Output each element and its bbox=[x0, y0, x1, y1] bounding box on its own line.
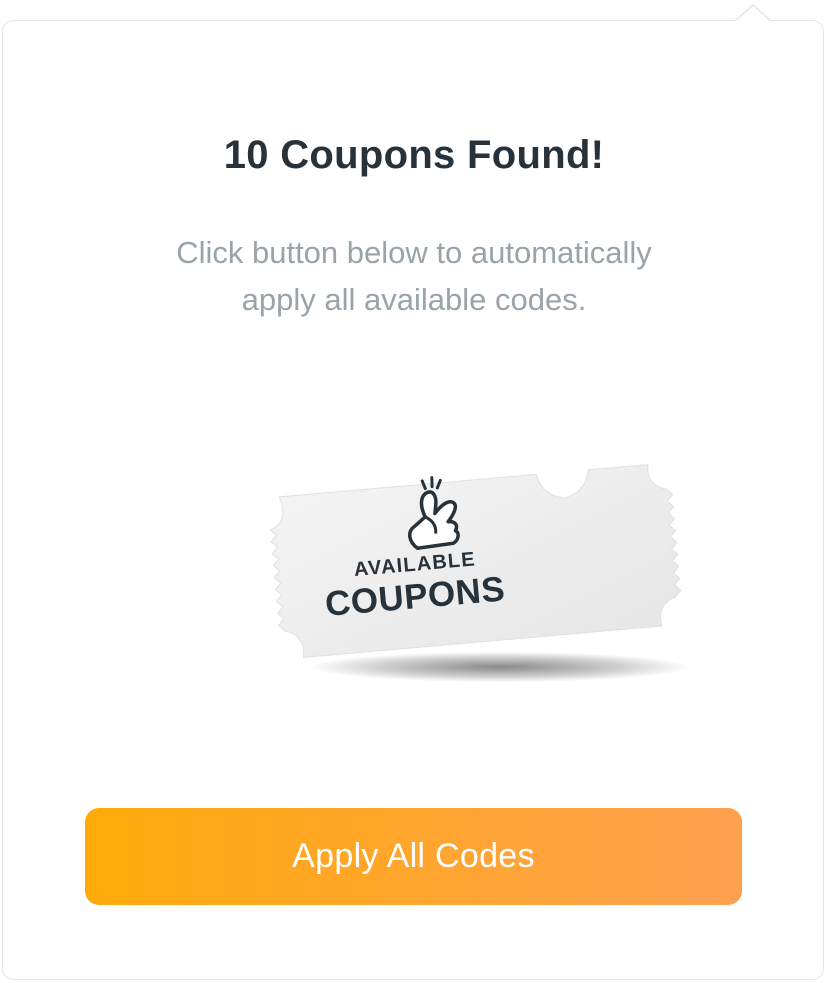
subtitle-line-2: apply all available codes. bbox=[241, 282, 587, 317]
popup-subtitle: Click button below to automatically appl… bbox=[124, 229, 704, 323]
apply-all-codes-button[interactable]: Apply All Codes bbox=[85, 808, 742, 905]
subtitle-line-1: Click button below to automatically bbox=[176, 235, 652, 270]
popup-caret bbox=[734, 4, 772, 24]
popup-title: 10 Coupons Found! bbox=[223, 133, 605, 177]
